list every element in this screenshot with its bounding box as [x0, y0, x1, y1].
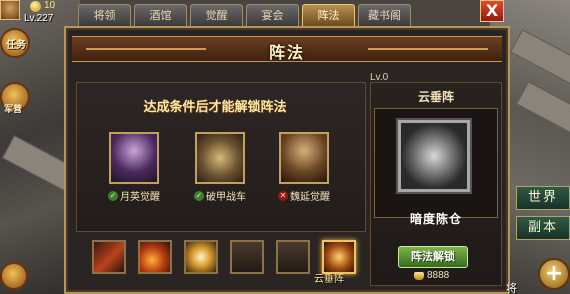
- scroll-skill-icon[interactable]: [184, 240, 218, 274]
- arrow-skill-icon[interactable]: [92, 240, 126, 274]
- gold-amount: 10: [44, 0, 56, 11]
- cross-icon: ✕: [278, 190, 288, 201]
- camp-button[interactable]: 军营: [0, 82, 30, 115]
- gold-ingot-icon: [414, 271, 424, 280]
- skill-row: [92, 240, 356, 274]
- gold-coin-icon: [30, 1, 41, 12]
- cost-value: 8888: [427, 270, 450, 281]
- plus-button[interactable]: +: [538, 258, 570, 290]
- formation-skill-icon[interactable]: [322, 240, 356, 274]
- yueying-portrait: [109, 132, 159, 184]
- locked-chest-icon[interactable]: [230, 240, 264, 274]
- tab-generals[interactable]: 将领: [78, 4, 131, 26]
- instance-button[interactable]: 副本: [516, 216, 570, 240]
- player-avatar[interactable]: [0, 0, 20, 20]
- war-chariot-image: [195, 132, 245, 184]
- unlock-cost: 8888: [414, 270, 449, 281]
- unlock-formation-button[interactable]: 阵法解锁: [398, 246, 468, 268]
- condition-label: 破甲战车: [206, 192, 246, 203]
- locked-chest-icon[interactable]: [276, 240, 310, 274]
- camp-label: 军营: [4, 105, 23, 115]
- condition-label: 月英觉醒: [120, 192, 160, 203]
- tab-formation[interactable]: 阵法: [302, 4, 355, 26]
- fire-skill-icon[interactable]: [138, 240, 172, 274]
- tasks-button[interactable]: 任务: [0, 28, 30, 58]
- world-button[interactable]: 世界: [516, 186, 570, 210]
- title-bar: 阵法: [72, 36, 502, 62]
- general-shortcut-label: 将: [506, 282, 517, 294]
- formation-subtitle: 暗度陈仓: [409, 212, 462, 226]
- condition-yueying[interactable]: ✓ 月英觉醒: [104, 132, 164, 203]
- tasks-label: 任务: [6, 40, 26, 51]
- tab-bar: 将领 酒馆 觉醒 宴会 阵法 藏书阁: [78, 4, 411, 26]
- tab-tavern[interactable]: 酒馆: [134, 4, 187, 26]
- window-title: 阵法: [268, 43, 305, 62]
- tab-library[interactable]: 藏书阁: [358, 4, 411, 26]
- check-icon: ✓: [108, 190, 118, 201]
- tab-banquet[interactable]: 宴会: [246, 4, 299, 26]
- tab-awakening[interactable]: 觉醒: [190, 4, 243, 26]
- formation-seal-icon: [398, 120, 470, 192]
- unlock-hint: 达成条件后才能解锁阵法: [143, 100, 287, 115]
- condition-chariot[interactable]: ✓ 破甲战车: [190, 132, 250, 203]
- condition-label: 魏延觉醒: [290, 192, 330, 203]
- close-button[interactable]: X: [480, 0, 504, 22]
- bottom-left-menu-icon[interactable]: [0, 262, 28, 290]
- weiyan-portrait: [279, 132, 329, 184]
- player-level: Lv.227: [24, 13, 54, 24]
- condition-weiyan[interactable]: ✕ 魏延觉醒: [274, 132, 334, 203]
- skill-caption: 云垂阵: [314, 274, 344, 285]
- check-icon: ✓: [194, 190, 204, 201]
- formation-name: 云垂阵: [417, 90, 454, 104]
